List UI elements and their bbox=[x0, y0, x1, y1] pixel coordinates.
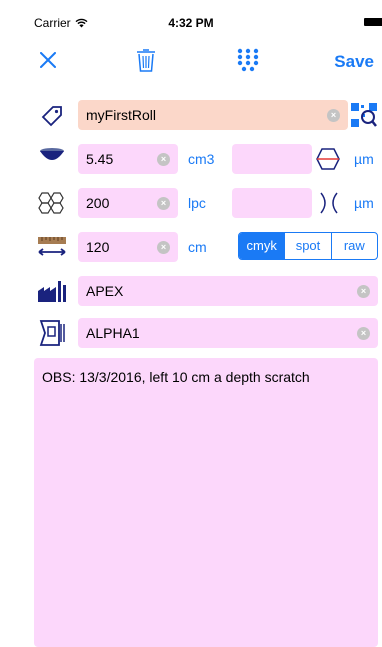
ruler-icon bbox=[34, 232, 70, 262]
battery-icon bbox=[364, 18, 382, 26]
volume-unit: cm3 bbox=[188, 151, 215, 167]
trash-icon bbox=[137, 49, 155, 72]
keypad-button[interactable] bbox=[236, 48, 260, 77]
keypad-icon bbox=[237, 48, 259, 72]
cup-icon bbox=[34, 144, 70, 174]
segment-spot[interactable]: spot bbox=[284, 233, 330, 259]
machine-icon bbox=[34, 318, 70, 348]
tag-icon bbox=[34, 100, 70, 130]
nav-bar: Save bbox=[0, 34, 382, 86]
color-mode-segmented-control[interactable]: cmyk spot raw bbox=[238, 232, 378, 260]
qr-scan-button[interactable] bbox=[350, 102, 378, 133]
model-value: ALPHA1 bbox=[86, 325, 140, 341]
factory-icon bbox=[34, 276, 70, 306]
clear-icon[interactable]: × bbox=[157, 240, 170, 254]
close-button[interactable] bbox=[40, 52, 56, 73]
manufacturer-field[interactable]: APEX × bbox=[78, 276, 378, 306]
observations-text: OBS: 13/3/2016, left 10 cm a depth scrat… bbox=[42, 369, 310, 385]
delete-button[interactable] bbox=[136, 48, 156, 77]
save-button[interactable]: Save bbox=[334, 52, 374, 72]
screen-unit: lpc bbox=[188, 195, 206, 211]
hexagon-icon bbox=[316, 148, 340, 175]
segment-cmyk[interactable]: cmyk bbox=[239, 233, 285, 259]
width-value: 120 bbox=[86, 239, 110, 255]
model-field[interactable]: ALPHA1 × bbox=[78, 318, 378, 348]
status-time: 4:32 PM bbox=[168, 16, 214, 30]
clear-icon[interactable]: × bbox=[157, 196, 170, 210]
manufacturer-value: APEX bbox=[86, 283, 124, 299]
depth-icon bbox=[318, 192, 340, 219]
width-field[interactable]: 120 × bbox=[78, 232, 178, 262]
cells-icon bbox=[34, 188, 70, 218]
clear-icon[interactable]: × bbox=[157, 152, 170, 166]
screen-value: 200 bbox=[86, 195, 110, 211]
depth-field[interactable] bbox=[232, 188, 312, 218]
clear-icon[interactable]: × bbox=[357, 326, 370, 340]
clear-icon[interactable]: × bbox=[327, 108, 340, 122]
thickness-unit: µm bbox=[354, 151, 374, 167]
volume-value: 5.45 bbox=[86, 151, 114, 167]
roll-name-value: myFirstRoll bbox=[86, 107, 156, 123]
close-icon bbox=[40, 52, 56, 68]
observations-textarea[interactable]: OBS: 13/3/2016, left 10 cm a depth scrat… bbox=[34, 358, 378, 647]
thickness-field[interactable] bbox=[232, 144, 312, 174]
width-unit: cm bbox=[188, 239, 207, 255]
status-bar: Carrier 4:32 PM bbox=[0, 0, 382, 34]
volume-field[interactable]: 5.45 × bbox=[78, 144, 178, 174]
clear-icon[interactable]: × bbox=[357, 284, 370, 298]
qr-scan-icon bbox=[351, 103, 377, 127]
depth-unit: µm bbox=[354, 195, 374, 211]
screen-field[interactable]: 200 × bbox=[78, 188, 178, 218]
segment-raw[interactable]: raw bbox=[330, 233, 377, 259]
roll-name-field[interactable]: myFirstRoll × bbox=[78, 100, 348, 130]
